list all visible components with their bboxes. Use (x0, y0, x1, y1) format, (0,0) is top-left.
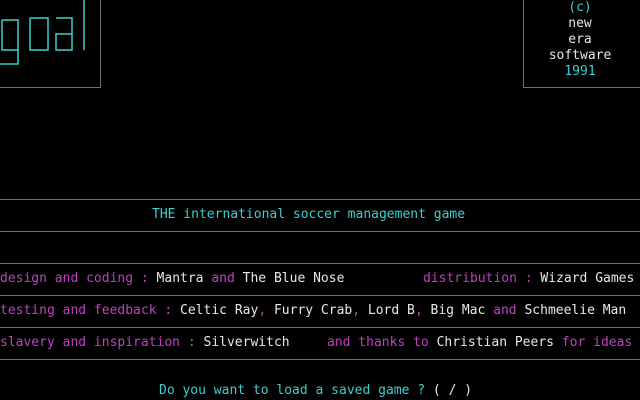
credit-label: and thanks to (327, 335, 429, 350)
credit-name: Christian Peers (436, 335, 554, 350)
credit-name: Furry Crab (273, 303, 353, 318)
prompt-choices[interactable]: ( / ) (425, 383, 472, 398)
divider (0, 327, 640, 328)
credit-label: distribution (423, 271, 517, 286)
credits-thanks: and thanks to Christian Peers for ideas (327, 335, 640, 351)
divider (0, 359, 640, 360)
credit-name: Wizard Games (540, 271, 635, 286)
copyright-symbol: (c) (568, 0, 592, 15)
credit-separator: , (414, 303, 431, 318)
credit-label: design and coding (0, 271, 134, 286)
divider (0, 199, 640, 200)
credit-separator: , (352, 303, 368, 318)
copyright-year: 1991 (564, 64, 596, 79)
load-game-prompt[interactable]: Do you want to load a saved game ? ( / ) (159, 383, 472, 399)
credit-conjunction: and (485, 303, 525, 318)
credit-separator: : (156, 303, 181, 318)
credit-name: Mantra (156, 271, 204, 286)
divider (0, 263, 640, 264)
credit-separator: , (258, 303, 274, 318)
credit-name: Celtic Ray (180, 303, 259, 318)
credit-label: testing and feedback (0, 303, 157, 318)
company-new: new (568, 16, 592, 31)
credit-name: The Blue Nose (242, 271, 345, 286)
company-era: era (568, 32, 592, 47)
credits-row-testing: testing and feedback : Celtic Ray, Furry… (0, 303, 640, 319)
divider (0, 231, 640, 232)
credit-conjunction: and (203, 271, 243, 286)
credit-name: Schmeelie Man (524, 303, 627, 318)
goal-logo (0, 0, 85, 65)
divider (0, 295, 640, 296)
credit-label: slavery and inspiration (0, 335, 181, 350)
credits-distribution: distribution : Wizard Games (423, 271, 640, 287)
credit-name: Lord B (367, 303, 415, 318)
prompt-question: Do you want to load a saved game ? (159, 383, 426, 398)
company-software: software (548, 48, 612, 63)
credit-name: Big Mac (430, 303, 486, 318)
credit-name: Silverwitch (203, 335, 290, 350)
credit-suffix: for ideas (553, 335, 633, 350)
copyright-block: (c) new era software 1991 (523, 0, 637, 80)
credit-separator: : (180, 335, 204, 350)
credit-separator: : (516, 271, 541, 286)
credit-separator: : (133, 271, 157, 286)
tagline: THE international soccer management game (152, 207, 466, 222)
